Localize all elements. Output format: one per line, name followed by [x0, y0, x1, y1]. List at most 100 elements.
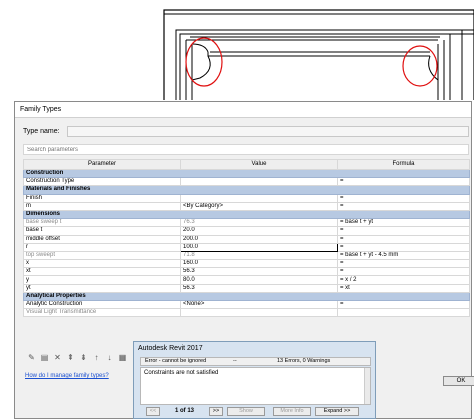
- parameter-value-cell[interactable]: [180, 308, 338, 318]
- parameter-value-cell[interactable]: 160.0: [180, 259, 338, 269]
- annotation-circle-left: [185, 37, 223, 87]
- parameter-value-cell[interactable]: 56.3: [180, 267, 338, 277]
- parameter-value-cell[interactable]: 20.0: [180, 226, 338, 236]
- parameter-value-cell[interactable]: 200.0: [180, 234, 338, 244]
- move-up-icon[interactable]: ⇞: [66, 353, 75, 363]
- parameter-name-cell: top sweept: [23, 250, 181, 261]
- revit-error-dialog: Autodesk Revit 2017 Error - cannot be ig…: [133, 341, 376, 419]
- expand-button[interactable]: Expand >>: [315, 407, 359, 416]
- parameter-formula-cell[interactable]: = base t + yt: [337, 218, 470, 228]
- more-info-button[interactable]: More Info: [273, 407, 311, 416]
- parameter-name-cell: y: [23, 275, 181, 285]
- table-row[interactable]: Visual Light Transmittance: [23, 308, 470, 318]
- table-row[interactable]: top sweept 71.8 = base t + yt - 4.5 mm: [23, 250, 470, 261]
- parameter-value-cell[interactable]: <None>: [180, 299, 338, 310]
- move-down-icon[interactable]: ⇟: [79, 353, 88, 363]
- table-header-row: Parameter Value Formula: [23, 159, 470, 170]
- error-counts: 13 Errors, 0 Warnings: [277, 358, 331, 364]
- error-scrollbar[interactable]: [364, 368, 370, 404]
- dialog-titlebar: Family Types: [15, 102, 471, 118]
- ok-button[interactable]: OK: [443, 376, 474, 386]
- parameter-formula-cell[interactable]: = base t + yt - 4.5 mm: [337, 250, 470, 261]
- type-name-label: Type name:: [23, 128, 60, 135]
- parameter-name-cell: xt: [23, 267, 181, 277]
- group-header-label: Dimensions: [23, 209, 470, 220]
- parameter-value-cell[interactable]: 100.0: [180, 242, 338, 252]
- parameter-name-cell: Analytic Construction: [23, 299, 181, 310]
- manage-lookup-icon[interactable]: ▦: [118, 353, 127, 363]
- parameter-formula-cell[interactable]: =: [337, 234, 470, 244]
- column-header-value[interactable]: Value: [180, 159, 338, 170]
- parameter-value-cell[interactable]: 56.3: [180, 283, 338, 293]
- error-header: Error - cannot be ignored -- 13 Errors, …: [140, 357, 371, 366]
- table-row[interactable]: Analytic Construction <None> =: [23, 299, 470, 310]
- table-row[interactable]: x 160.0 =: [23, 259, 470, 269]
- parameter-name-cell: base sweep t: [23, 218, 181, 228]
- parameter-toolbar: ✎ ▤ ✕ ⇞ ⇟ ↑ ↓ ▦: [27, 353, 137, 365]
- first-error-button[interactable]: <<: [146, 407, 160, 416]
- table-row[interactable]: xt 56.3 =: [23, 267, 470, 277]
- sort-descending-icon[interactable]: ↓: [105, 353, 114, 363]
- group-header-row[interactable]: Dimensions: [23, 209, 470, 220]
- parameters-table: Parameter Value Formula Construction Cons…: [23, 159, 470, 318]
- table-row[interactable]: m <By Category> =: [23, 201, 470, 211]
- error-message-box: Constraints are not satisfied: [140, 367, 371, 405]
- table-row[interactable]: base t 20.0 =: [23, 226, 470, 236]
- parameter-name-cell: middle offset: [23, 234, 181, 244]
- sort-ascending-icon[interactable]: ↑: [92, 353, 101, 363]
- pencil-icon[interactable]: ✎: [27, 353, 36, 363]
- parameter-formula-cell[interactable]: =: [337, 242, 470, 252]
- table-row[interactable]: r 100.0 =: [23, 242, 470, 252]
- column-header-parameter[interactable]: Parameter: [23, 159, 181, 170]
- parameter-value-cell[interactable]: 80.0: [180, 275, 338, 285]
- delete-icon[interactable]: ✕: [53, 353, 62, 363]
- parameter-formula-cell[interactable]: =: [337, 267, 470, 277]
- revit-drawing-canvas[interactable]: [0, 0, 474, 100]
- parameter-value-cell[interactable]: <By Category>: [180, 201, 338, 211]
- group-header-row[interactable]: Analytical Properties: [23, 291, 470, 302]
- group-header-label: Analytical Properties: [23, 291, 470, 302]
- table-row[interactable]: yt 56.3 = xt: [23, 283, 470, 293]
- column-header-formula[interactable]: Formula: [337, 159, 470, 170]
- parameter-value-cell[interactable]: [180, 177, 338, 187]
- next-error-button[interactable]: >>: [209, 407, 223, 416]
- parameter-formula-cell[interactable]: =: [337, 201, 470, 211]
- show-button[interactable]: Show: [227, 407, 265, 416]
- help-link[interactable]: How do I manage family types?: [25, 373, 109, 379]
- table-row[interactable]: base sweep t 76.3 = base t + yt: [23, 218, 470, 228]
- group-header-row[interactable]: Construction: [23, 168, 470, 179]
- parameter-formula-cell[interactable]: =: [337, 226, 470, 236]
- parameter-value-cell[interactable]: 76.3: [180, 218, 338, 228]
- table-row[interactable]: Finish =: [23, 193, 470, 203]
- parameter-name-cell: r: [23, 242, 181, 252]
- parameter-name-cell: yt: [23, 283, 181, 293]
- parameters-table-body: Construction Construction Type = Materials …: [23, 168, 470, 318]
- error-separator: --: [233, 358, 237, 364]
- group-header-label: Construction: [23, 168, 470, 179]
- search-parameters-input[interactable]: [23, 144, 469, 155]
- parameter-name-cell: Finish: [23, 193, 181, 203]
- error-message: Constraints are not satisfied: [144, 370, 219, 376]
- error-dialog-title: Autodesk Revit 2017: [138, 345, 203, 352]
- parameter-name-cell: Visual Light Transmittance: [23, 308, 181, 318]
- parameter-formula-cell[interactable]: =: [337, 259, 470, 269]
- parameter-value-cell[interactable]: [180, 193, 338, 203]
- parameter-formula-cell[interactable]: [337, 308, 470, 318]
- parameter-formula-cell[interactable]: =: [337, 299, 470, 310]
- error-severity: Error - cannot be ignored: [145, 358, 207, 364]
- error-pager: 1 of 13: [175, 408, 195, 414]
- parameter-name-cell: base t: [23, 226, 181, 236]
- table-row[interactable]: Construction Type =: [23, 177, 470, 187]
- parameter-formula-cell[interactable]: =: [337, 177, 470, 187]
- table-row[interactable]: middle offset 200.0 =: [23, 234, 470, 244]
- parameter-formula-cell[interactable]: = xt: [337, 283, 470, 293]
- new-parameter-icon[interactable]: ▤: [40, 353, 49, 363]
- parameter-formula-cell[interactable]: =: [337, 193, 470, 203]
- group-header-row[interactable]: Materials and Finishes: [23, 185, 470, 195]
- table-row[interactable]: y 80.0 = x / 2: [23, 275, 470, 285]
- parameter-value-cell[interactable]: 71.8: [180, 250, 338, 261]
- parameter-name-cell: x: [23, 259, 181, 269]
- group-header-label: Materials and Finishes: [23, 185, 470, 195]
- type-name-dropdown[interactable]: [67, 126, 469, 137]
- parameter-formula-cell[interactable]: = x / 2: [337, 275, 470, 285]
